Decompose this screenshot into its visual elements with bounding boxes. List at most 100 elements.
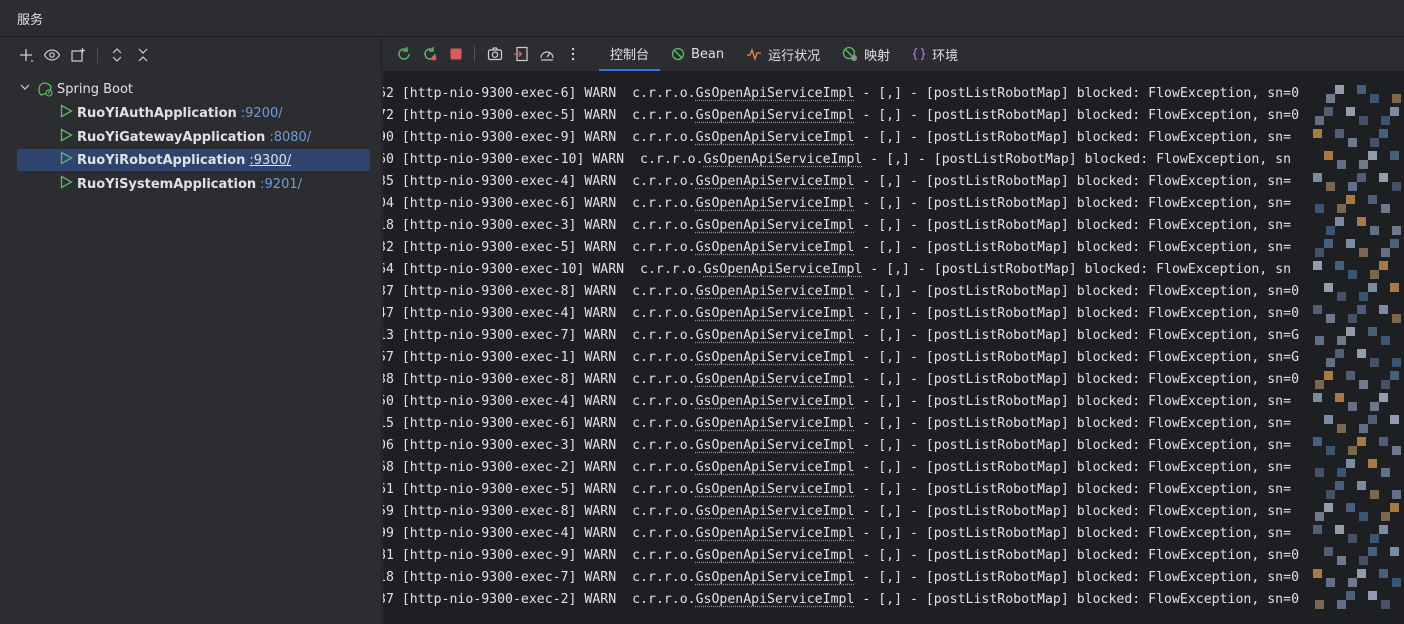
log-class-link[interactable]: GsOpenApiServiceImpl: [696, 86, 855, 101]
log-class-link[interactable]: GsOpenApiServiceImpl: [696, 438, 855, 453]
log-class-link[interactable]: GsOpenApiServiceImpl: [696, 306, 855, 321]
more-icon[interactable]: [561, 42, 585, 66]
redacted-serial-number: [1313, 391, 1404, 413]
health-icon: [746, 47, 762, 61]
log-class-link[interactable]: GsOpenApiServiceImpl: [696, 284, 855, 299]
app-port-link[interactable]: :9200/: [241, 106, 283, 121]
log-prefix: 81 [http-nio-9300-exec-9] WARN c.r.r.o.: [383, 548, 696, 563]
stop-icon[interactable]: [444, 42, 468, 66]
log-class-link[interactable]: GsOpenApiServiceImpl: [696, 240, 855, 255]
eye-icon[interactable]: [40, 43, 64, 67]
log-line: 47 [http-nio-9300-exec-4] WARN c.r.r.o.G…: [383, 303, 1299, 325]
log-class-link[interactable]: GsOpenApiServiceImpl: [704, 262, 863, 277]
console-output[interactable]: 62 [http-nio-9300-exec-6] WARN c.r.r.o.G…: [383, 72, 1404, 624]
log-class-link[interactable]: GsOpenApiServiceImpl: [696, 460, 855, 475]
log-prefix: 15 [http-nio-9300-exec-6] WARN c.r.r.o.: [383, 416, 696, 431]
log-class-link[interactable]: GsOpenApiServiceImpl: [696, 196, 855, 211]
log-message: - [,] - [postListRobotMap] blocked: Flow…: [854, 350, 1300, 365]
log-line: 68 [http-nio-9300-exec-2] WARN c.r.r.o.G…: [383, 457, 1291, 479]
log-message: - [,] - [postListRobotMap] blocked: Flow…: [854, 548, 1300, 563]
log-class-link[interactable]: GsOpenApiServiceImpl: [696, 592, 855, 607]
log-prefix: 37 [http-nio-9300-exec-2] WARN c.r.r.o.: [383, 592, 696, 607]
log-prefix: 68 [http-nio-9300-exec-2] WARN c.r.r.o.: [383, 460, 696, 475]
log-prefix: 99 [http-nio-9300-exec-4] WARN c.r.r.o.: [383, 526, 696, 541]
spring-boot-icon: [37, 81, 53, 97]
log-class-link[interactable]: GsOpenApiServiceImpl: [696, 130, 855, 145]
app-port-link[interactable]: :9201/: [260, 177, 302, 192]
log-class-link[interactable]: GsOpenApiServiceImpl: [696, 174, 855, 189]
tree-item-auth-app[interactable]: RuoYiAuthApplication :9200/: [17, 102, 370, 124]
log-class-link[interactable]: GsOpenApiServiceImpl: [696, 350, 855, 365]
redacted-serial-number: [1313, 193, 1404, 215]
run-icon: [59, 104, 73, 122]
tab-beans[interactable]: Bean: [660, 37, 735, 71]
camera-icon[interactable]: [483, 42, 507, 66]
tab-environment[interactable]: 环境: [901, 37, 969, 71]
redacted-serial-number: [1313, 237, 1404, 259]
tab-label: 环境: [932, 48, 959, 64]
log-line: 18 [http-nio-9300-exec-3] WARN c.r.r.o.G…: [383, 215, 1291, 237]
app-name: RuoYiSystemApplication: [77, 176, 257, 192]
tab-console[interactable]: 控制台: [599, 37, 661, 71]
log-class-link[interactable]: GsOpenApiServiceImpl: [696, 526, 855, 541]
chevron-down-icon[interactable]: [18, 80, 32, 98]
log-line: 60 [http-nio-9300-exec-10] WARN c.r.r.o.…: [383, 149, 1291, 171]
log-line: 59 [http-nio-9300-exec-8] WARN c.r.r.o.G…: [383, 501, 1291, 523]
log-message: - [,] - [postListRobotMap] blocked: Flow…: [854, 526, 1292, 541]
log-class-link[interactable]: GsOpenApiServiceImpl: [696, 482, 855, 497]
log-prefix: 06 [http-nio-9300-exec-3] WARN c.r.r.o.: [383, 438, 696, 453]
new-group-icon[interactable]: [66, 43, 90, 67]
tree-node-spring-boot[interactable]: Spring Boot: [18, 78, 133, 100]
tab-label: 运行状况: [768, 48, 821, 64]
log-message: - [,] - [postListRobotMap] blocked: Flow…: [854, 218, 1292, 233]
tree-item-gateway-app[interactable]: RuoYiGatewayApplication :8080/: [17, 126, 370, 148]
log-line: 57 [http-nio-9300-exec-1] WARN c.r.r.o.G…: [383, 347, 1299, 369]
redacted-serial-number: [1313, 105, 1404, 127]
expand-all-icon[interactable]: [105, 43, 129, 67]
log-line: 37 [http-nio-9300-exec-8] WARN c.r.r.o.G…: [383, 281, 1299, 303]
log-message: - [,] - [postListRobotMap] blocked: Flow…: [854, 482, 1292, 497]
redacted-serial-number: [1313, 325, 1404, 347]
log-class-link[interactable]: GsOpenApiServiceImpl: [696, 328, 855, 343]
tab-label: Bean: [691, 46, 725, 62]
rerun-icon[interactable]: [392, 42, 416, 66]
log-class-link[interactable]: GsOpenApiServiceImpl: [696, 548, 855, 563]
exit-icon[interactable]: [509, 42, 533, 66]
log-class-link[interactable]: GsOpenApiServiceImpl: [704, 152, 863, 167]
log-class-link[interactable]: GsOpenApiServiceImpl: [696, 218, 855, 233]
log-prefix: 50 [http-nio-9300-exec-4] WARN c.r.r.o.: [383, 394, 696, 409]
app-port-link[interactable]: :8080/: [269, 130, 311, 145]
redacted-serial-number: [1313, 501, 1404, 523]
tab-health[interactable]: 运行状况: [735, 37, 831, 71]
collapse-all-icon[interactable]: [131, 43, 155, 67]
log-class-link[interactable]: GsOpenApiServiceImpl: [696, 108, 855, 123]
log-message: - [,] - [postListRobotMap] blocked: Flow…: [854, 592, 1300, 607]
toolbar-divider: [474, 46, 475, 62]
log-message: - [,] - [postListRobotMap] blocked: Flow…: [854, 108, 1300, 123]
redacted-serial-number: [1313, 149, 1404, 171]
redacted-serial-number: [1313, 127, 1404, 149]
log-prefix: 62 [http-nio-9300-exec-6] WARN c.r.r.o.: [383, 86, 696, 101]
log-prefix: 57 [http-nio-9300-exec-1] WARN c.r.r.o.: [383, 350, 696, 365]
log-message: - [,] - [postListRobotMap] blocked: Flow…: [854, 306, 1300, 321]
redacted-serial-number: [1313, 523, 1404, 545]
app-name: RuoYiRobotApplication: [77, 152, 246, 168]
log-class-link[interactable]: GsOpenApiServiceImpl: [696, 394, 855, 409]
tree-item-system-app[interactable]: RuoYiSystemApplication :9201/: [17, 173, 370, 195]
bean-icon: [671, 47, 685, 61]
add-icon[interactable]: [14, 43, 38, 67]
rerun-failed-icon[interactable]: [418, 42, 442, 66]
tree-item-robot-app[interactable]: RuoYiRobotApplication :9300/: [17, 149, 370, 171]
log-class-link[interactable]: GsOpenApiServiceImpl: [696, 372, 855, 387]
log-prefix: 18 [http-nio-9300-exec-3] WARN c.r.r.o.: [383, 218, 696, 233]
log-message: - [,] - [postListRobotMap] blocked: Flow…: [854, 570, 1300, 585]
log-class-link[interactable]: GsOpenApiServiceImpl: [696, 504, 855, 519]
tab-label: 映射: [864, 48, 891, 64]
log-prefix: 13 [http-nio-9300-exec-7] WARN c.r.r.o.: [383, 328, 696, 343]
log-line: 62 [http-nio-9300-exec-6] WARN c.r.r.o.G…: [383, 83, 1299, 105]
tab-mappings[interactable]: 映射: [831, 37, 901, 71]
gauge-icon[interactable]: [535, 42, 559, 66]
log-class-link[interactable]: GsOpenApiServiceImpl: [696, 416, 855, 431]
app-port-link[interactable]: :9300/: [249, 153, 291, 168]
log-class-link[interactable]: GsOpenApiServiceImpl: [696, 570, 855, 585]
